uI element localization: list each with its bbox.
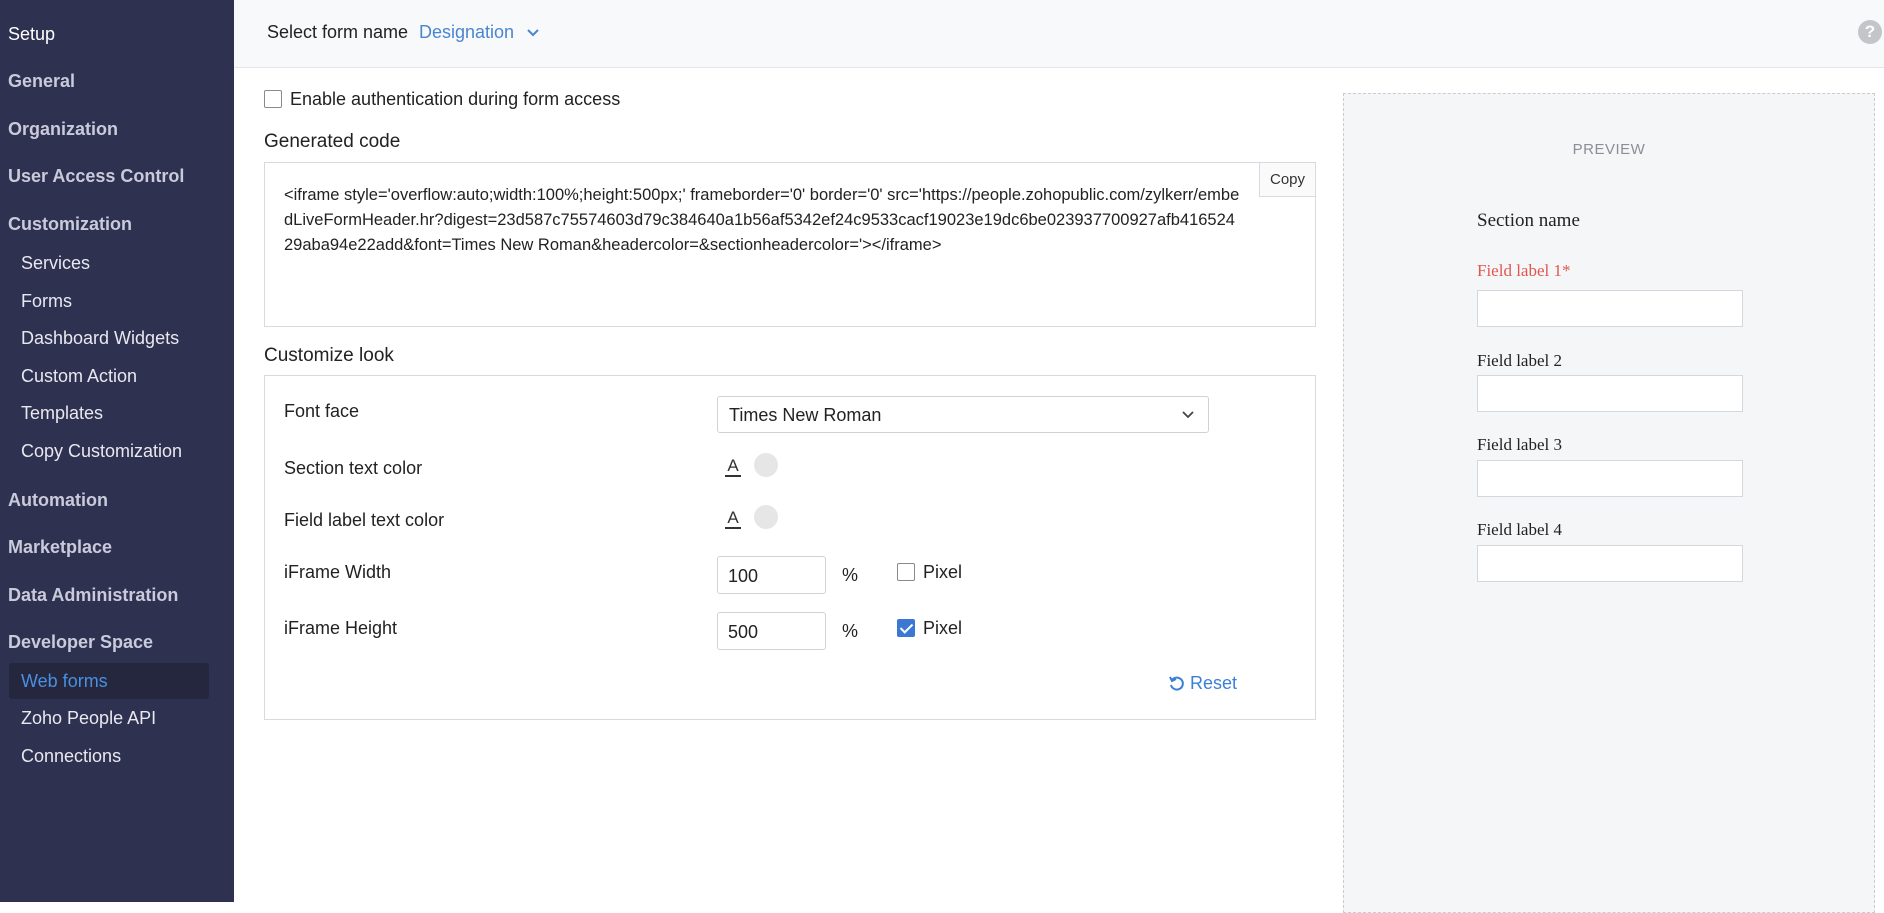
text-color-glyph: A xyxy=(727,508,739,527)
sidebar-user-access-control[interactable]: User Access Control xyxy=(8,166,184,187)
preview-field-input-1 xyxy=(1477,290,1743,327)
text-color-glyph: A xyxy=(727,456,739,475)
sidebar-item-templates[interactable]: Templates xyxy=(21,403,103,424)
copy-button[interactable]: Copy xyxy=(1259,163,1315,197)
width-pixel-checkbox[interactable] xyxy=(897,563,915,581)
preview-field-label-3: Field label 3 xyxy=(1477,435,1562,454)
generated-code-title: Generated code xyxy=(264,131,401,152)
auth-checkbox[interactable] xyxy=(264,90,282,108)
chevron-down-icon xyxy=(1182,411,1194,419)
sidebar-item-connections[interactable]: Connections xyxy=(21,746,121,767)
code-box: <iframe style='overflow:auto;width:100%;… xyxy=(264,162,1316,327)
section-text-color-label: Section text color xyxy=(284,458,423,478)
preview-field-input-2 xyxy=(1477,375,1743,412)
sidebar-general[interactable]: General xyxy=(8,71,75,92)
sidebar-item-forms[interactable]: Forms xyxy=(21,291,72,312)
sidebar-item-copy-customization[interactable]: Copy Customization xyxy=(21,441,182,462)
page-header: Select form name Designation ? xyxy=(234,0,1884,68)
iframe-width-input[interactable]: 100 xyxy=(717,556,826,594)
section-color-swatch[interactable] xyxy=(754,453,778,477)
width-pixel-label: Pixel xyxy=(923,562,963,582)
height-pixel-label: Pixel xyxy=(923,618,963,638)
sidebar-item-zoho-people-api[interactable]: Zoho People API xyxy=(21,708,156,729)
generated-code-text[interactable]: <iframe style='overflow:auto;width:100%;… xyxy=(284,183,1244,258)
chevron-down-icon[interactable] xyxy=(524,24,542,42)
help-icon[interactable]: ? xyxy=(1858,20,1882,44)
iframe-height-input[interactable]: 500 xyxy=(717,612,826,650)
auth-label: Enable authentication during form access xyxy=(290,89,621,109)
sidebar-developer-space[interactable]: Developer Space xyxy=(8,632,153,653)
reset-icon[interactable] xyxy=(1168,675,1186,693)
text-color-icon[interactable]: A xyxy=(724,508,742,530)
preview-field-label-1: Field label 1* xyxy=(1477,261,1571,280)
sidebar-marketplace[interactable]: Marketplace xyxy=(8,537,112,558)
customize-look-panel: Font face Times New Roman Section text c… xyxy=(264,375,1316,720)
reset-button[interactable]: Reset xyxy=(1190,673,1237,694)
font-face-label: Font face xyxy=(284,401,360,421)
sidebar-customization[interactable]: Customization xyxy=(8,214,132,235)
iframe-height-label: iFrame Height xyxy=(284,618,398,638)
sidebar-data-administration[interactable]: Data Administration xyxy=(8,585,178,606)
preview-panel: PREVIEW Section name Field label 1* Fiel… xyxy=(1343,93,1875,913)
preview-field-label-4: Field label 4 xyxy=(1477,520,1562,539)
preview-title: PREVIEW xyxy=(1572,141,1646,158)
field-label-text-color-label: Field label text color xyxy=(284,510,445,530)
sidebar-setup[interactable]: Setup xyxy=(8,24,55,45)
sidebar-item-custom-action[interactable]: Custom Action xyxy=(21,366,137,387)
field-label-color-swatch[interactable] xyxy=(754,505,778,529)
customize-look-title: Customize look xyxy=(264,345,394,366)
iframe-width-label: iFrame Width xyxy=(284,562,392,582)
text-color-icon[interactable]: A xyxy=(724,456,742,478)
form-name-dropdown[interactable]: Designation xyxy=(419,22,514,43)
preview-field-input-3 xyxy=(1477,460,1743,497)
sidebar-organization[interactable]: Organization xyxy=(8,119,118,140)
sidebar-item-services[interactable]: Services xyxy=(21,253,90,274)
height-pixel-checkbox[interactable] xyxy=(897,619,915,637)
select-form-label: Select form name xyxy=(267,22,409,42)
preview-section-name: Section name xyxy=(1477,210,1580,231)
width-percent-unit: % xyxy=(842,565,859,585)
sidebar-item-dashboard-widgets[interactable]: Dashboard Widgets xyxy=(21,328,179,349)
preview-field-input-4 xyxy=(1477,545,1743,582)
font-face-value: Times New Roman xyxy=(729,405,882,425)
font-face-select[interactable]: Times New Roman xyxy=(717,396,1209,433)
sidebar: Setup General Organization User Access C… xyxy=(0,0,234,902)
sidebar-item-web-forms[interactable]: Web forms xyxy=(21,671,108,692)
sidebar-automation[interactable]: Automation xyxy=(8,490,108,511)
height-percent-unit: % xyxy=(842,621,859,641)
preview-field-label-2: Field label 2 xyxy=(1477,351,1562,370)
